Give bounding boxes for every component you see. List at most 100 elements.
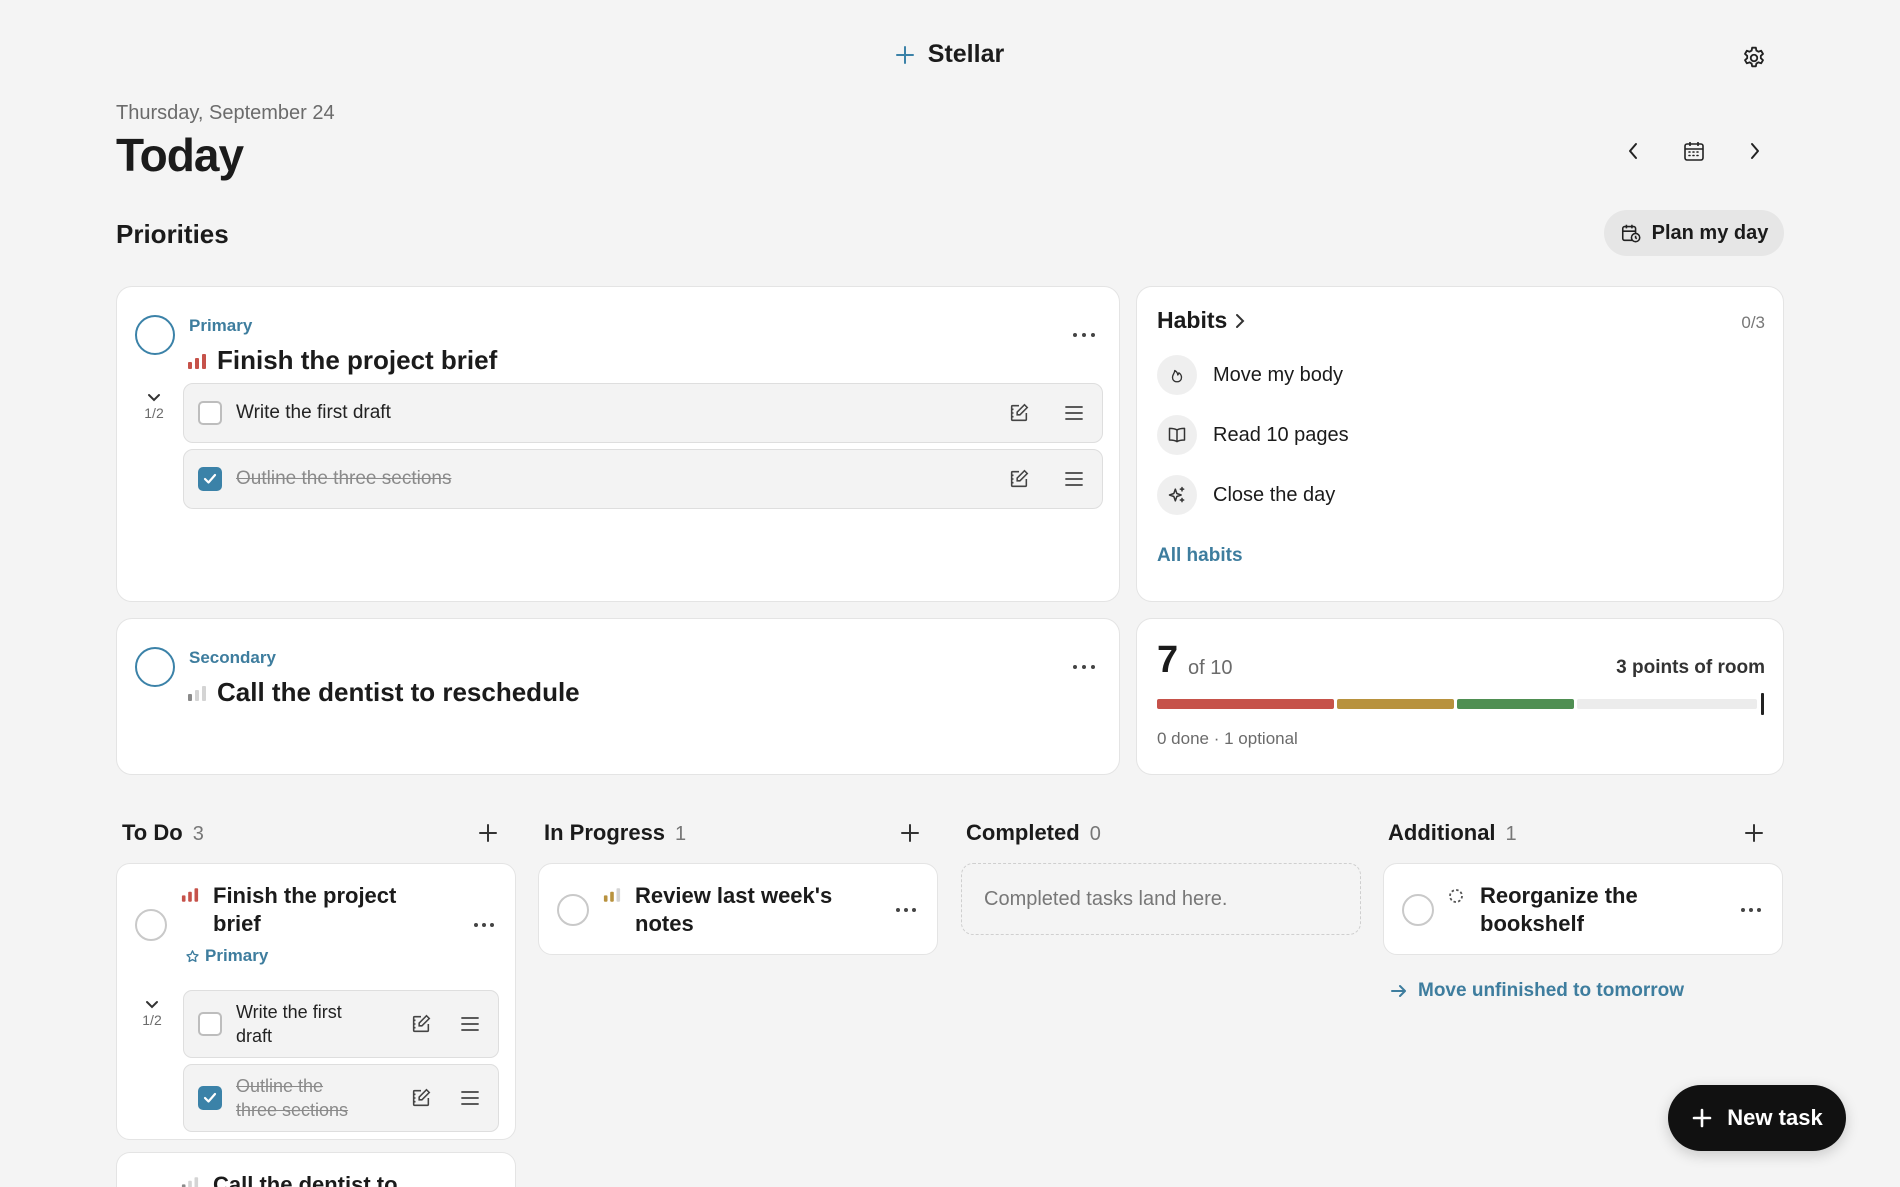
subtask-row: Write the first draft [183,383,1103,443]
points-limit-marker [1761,693,1764,715]
task-title-text: Finish the project brief [213,883,397,936]
drag-handle-icon[interactable] [460,1090,480,1106]
task-complete-circle[interactable] [557,894,589,926]
column-count: 3 [192,823,204,845]
subtask-checkbox[interactable] [198,1012,222,1036]
subtask-text: Write the first draft [236,402,391,423]
points-segment [1457,699,1574,709]
calendar-clock-icon [1620,222,1642,244]
column-title: To Do [122,820,183,845]
add-todo-plus-icon[interactable] [475,820,501,846]
secondary-task-title[interactable]: Call the dentist to reschedule [187,677,580,708]
plus-icon [1691,1107,1713,1129]
dashed-circle-icon [1448,888,1464,904]
points-remaining [1577,699,1757,709]
primary-label: Primary [189,316,253,335]
plan-my-day-button[interactable]: Plan my day [1604,210,1784,256]
drag-handle-icon[interactable] [1064,405,1084,421]
app-name: Stellar [927,40,1005,68]
subtask-text: Write the first draft [236,1002,342,1046]
drag-handle-icon[interactable] [460,1016,480,1032]
in-progress-task-card[interactable]: Review last week's notes [538,863,938,955]
column-title: In Progress [544,820,666,845]
task-title-text: Reorganize the bookshelf [1480,883,1638,936]
priority-high-bars-icon [187,353,207,369]
column-header-todo: To Do 3 [122,820,204,846]
primary-tag: Primary [185,946,268,966]
column-title: Completed [966,820,1080,845]
task-title-text: Call the dentist to [213,1172,398,1187]
move-unfinished-label: Move unfinished to tomorrow [1418,980,1684,1001]
habit-label: Close the day [1213,483,1336,506]
task-complete-circle[interactable] [1402,894,1434,926]
task-subtasks-toggle[interactable]: 1/2 [137,1000,167,1028]
drag-handle-icon[interactable] [1064,471,1084,487]
book-icon [1157,415,1197,455]
sparkle-logo-icon [895,45,914,64]
calendar-icon[interactable] [1678,136,1710,166]
plan-my-day-label: Plan my day [1651,221,1769,244]
task-title: Finish the project brief [181,882,413,938]
priority-medium-bars-icon [603,887,621,902]
subtask-checkbox[interactable] [198,401,222,425]
task-more-icon[interactable] [471,915,497,935]
task-complete-circle[interactable] [135,909,167,941]
points-note: 0 done · 1 optional [1157,729,1298,748]
task-title: Reorganize the bookshelf [1448,882,1700,938]
habit-item[interactable]: Close the day [1157,475,1335,515]
add-additional-plus-icon[interactable] [1741,820,1767,846]
completed-empty-state: Completed tasks land here. [961,863,1361,935]
previous-day-chevron-icon[interactable] [1618,136,1648,166]
new-task-button[interactable]: New task [1668,1085,1846,1151]
page-title: Today [116,129,244,181]
points-of: of 10 [1188,657,1233,679]
chevron-down-icon [147,393,161,403]
additional-task-card[interactable]: Reorganize the bookshelf [1383,863,1783,955]
primary-more-icon[interactable] [1069,325,1099,345]
subtask-row: Outline the three sections [183,449,1103,509]
chevron-right-icon [1235,313,1245,329]
primary-tag-label: Primary [205,946,269,965]
habit-label: Move my body [1213,363,1344,386]
task-more-icon[interactable] [893,900,919,920]
task-title: Review last week's notes [603,882,855,938]
secondary-more-icon[interactable] [1069,657,1099,677]
task-title-text: Review last week's notes [635,883,833,936]
habits-count: 0/3 [1741,313,1765,332]
edit-note-icon[interactable] [1008,402,1030,424]
star-icon [185,949,200,964]
column-count: 0 [1089,823,1101,845]
primary-subtasks-toggle[interactable]: 1/2 [139,393,169,421]
edit-note-icon[interactable] [410,1087,432,1109]
add-in-progress-plus-icon[interactable] [897,820,923,846]
task-more-icon[interactable] [1738,900,1764,920]
chevron-down-icon [145,1000,159,1010]
column-title: Additional [1388,820,1496,845]
settings-gear-icon[interactable] [1738,42,1770,74]
habit-item[interactable]: Move my body [1157,355,1343,395]
next-day-chevron-icon[interactable] [1740,136,1770,166]
habits-title: Habits [1157,307,1228,333]
habits-heading-link[interactable]: Habits [1157,307,1245,334]
points-segment [1157,699,1334,709]
subtask-text: Outline the three sections [236,1076,349,1120]
todo-task-card[interactable]: Finish the project brief Primary 1/2 Wri… [116,863,516,1140]
app-header: Stellar [0,40,1900,69]
move-unfinished-link[interactable]: Move unfinished to tomorrow [1390,980,1684,1002]
edit-note-icon[interactable] [410,1013,432,1035]
primary-task-title[interactable]: Finish the project brief [187,345,497,376]
task-subtask-progress: 1/2 [142,1012,162,1028]
priority-low-bars-icon [181,1176,199,1187]
subtask-row: Write the first draft [183,990,499,1058]
todo-task-card[interactable]: Call the dentist to [116,1152,516,1187]
task-title: Call the dentist to [181,1171,483,1187]
habit-item[interactable]: Read 10 pages [1157,415,1349,455]
all-habits-link[interactable]: All habits [1157,545,1243,567]
secondary-title-text: Call the dentist to reschedule [217,677,580,707]
primary-complete-circle[interactable] [135,315,175,355]
habit-label: Read 10 pages [1213,423,1349,446]
secondary-complete-circle[interactable] [135,647,175,687]
subtask-checkbox-checked[interactable] [198,467,222,491]
subtask-checkbox-checked[interactable] [198,1086,222,1110]
edit-note-icon[interactable] [1008,468,1030,490]
